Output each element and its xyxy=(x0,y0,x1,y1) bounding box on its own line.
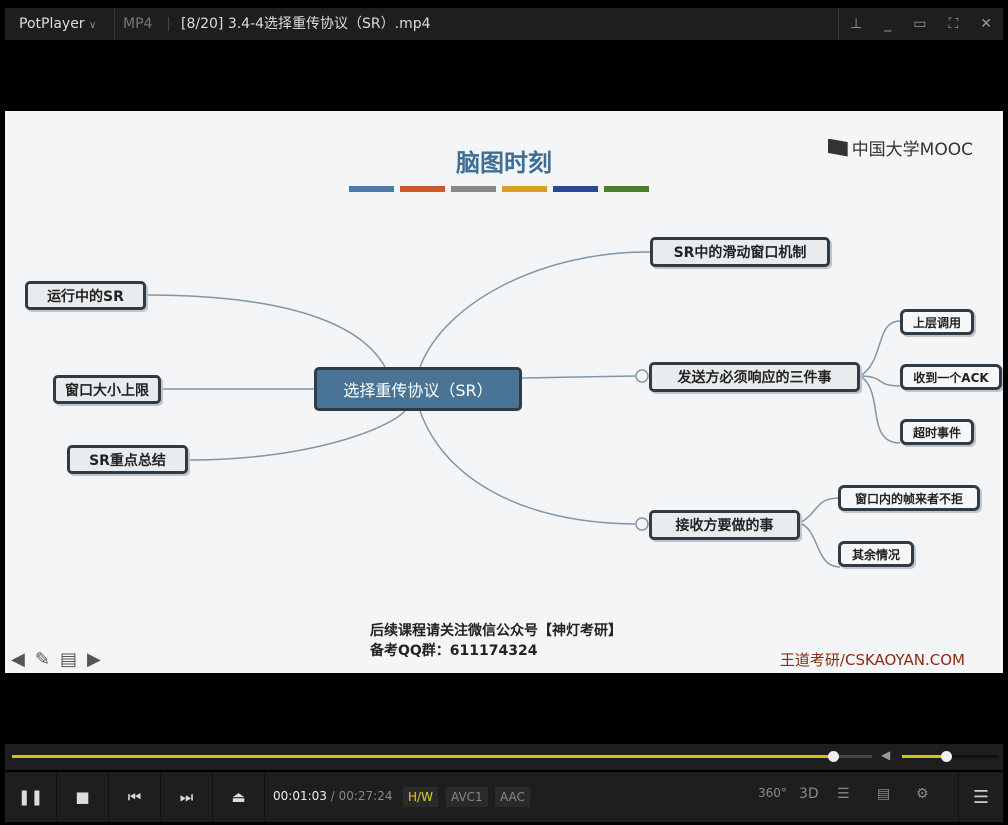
mooc-logo-text: 中国大学MOOC xyxy=(851,140,973,160)
seek-area: ◀ xyxy=(5,744,1003,770)
color-bar xyxy=(604,186,649,192)
gear-icon[interactable]: ⚙ xyxy=(916,786,929,802)
color-bar xyxy=(400,186,445,192)
node-upper-call: 上层调用 xyxy=(900,309,974,335)
pen-icon[interactable]: ✎ xyxy=(35,649,50,670)
arrow-right-icon[interactable]: ▶ xyxy=(87,649,101,670)
pause-button[interactable]: ❚❚ xyxy=(5,772,57,822)
divider xyxy=(168,17,169,31)
previous-icon: ⏮ xyxy=(127,788,142,806)
eject-button[interactable]: ⏏ xyxy=(213,772,265,822)
menu-icon: ☰ xyxy=(972,786,990,808)
node-other-cases: 其余情况 xyxy=(838,541,914,567)
video-codec-badge[interactable]: AVC1 xyxy=(446,787,488,807)
close-icon[interactable]: ✕ xyxy=(980,16,992,32)
format-label: MP4 xyxy=(123,16,153,32)
footer-notice: 后续课程请关注微信公众号【神灯考研】 备考QQ群：611174324 xyxy=(370,621,622,661)
playlist-search-icon[interactable]: ☰ xyxy=(837,786,850,802)
3d-icon[interactable]: 3D xyxy=(799,786,819,802)
menu-button[interactable]: ☰ xyxy=(958,772,1003,822)
total-time: 00:27:24 xyxy=(338,789,393,803)
hw-badge[interactable]: H/W xyxy=(403,787,438,807)
minimize-icon[interactable]: _ xyxy=(884,16,891,32)
node-window-size: 窗口大小上限 xyxy=(53,375,161,404)
watermark: 王道考研/CSKAOYAN.COM xyxy=(779,651,965,669)
arrow-left-icon[interactable]: ◀ xyxy=(11,649,25,670)
time-separator: / xyxy=(330,789,335,803)
video-frame[interactable]: 脑图时刻 中国大学MOOC 选择重传协议（SR） 运行中的SR 窗口大小上限 S… xyxy=(5,111,1003,673)
node-receive-ack: 收到一个ACK xyxy=(900,364,1002,390)
pause-icon: ❚❚ xyxy=(17,788,44,806)
mooc-logo-icon xyxy=(827,138,848,157)
audio-codec-badge[interactable]: AAC xyxy=(495,787,530,807)
seek-bar[interactable] xyxy=(12,751,872,762)
color-bar xyxy=(451,186,496,192)
node-sender: 发送方必须响应的三件事 xyxy=(649,362,860,392)
volume-handle[interactable] xyxy=(940,751,952,762)
seek-fill xyxy=(12,755,834,758)
time-display: 00:01:03 / 00:27:24 xyxy=(273,789,393,803)
360-icon[interactable]: 360° xyxy=(758,786,787,800)
footer-line-2: 备考QQ群：611174324 xyxy=(370,643,538,659)
volume-icon[interactable]: ◀ xyxy=(881,748,890,762)
footer-line-1: 后续课程请关注微信公众号【神灯考研】 xyxy=(370,623,622,639)
window-title: [8/20] 3.4-4选择重传协议（SR）.mp4 xyxy=(181,16,431,32)
title-color-bars xyxy=(349,186,649,192)
seek-handle[interactable] xyxy=(828,751,840,762)
pin-icon[interactable]: ⊥ xyxy=(850,16,862,32)
notes-icon[interactable]: ▤ xyxy=(60,649,77,670)
current-time: 00:01:03 xyxy=(273,789,327,803)
node-sliding-window: SR中的滑动窗口机制 xyxy=(650,237,830,267)
app-name: PotPlayer xyxy=(19,16,85,32)
node-running-sr: 运行中的SR xyxy=(25,281,146,310)
next-icon: ⏭ xyxy=(179,788,194,806)
fullscreen-icon[interactable]: ⛶ xyxy=(948,16,958,32)
node-in-window-frames: 窗口内的帧来者不拒 xyxy=(838,485,980,511)
stop-button[interactable]: ■ xyxy=(57,772,109,822)
potplayer-menu[interactable]: PotPlayer ∨ xyxy=(5,8,115,40)
eject-icon: ⏏ xyxy=(231,788,246,806)
previous-button[interactable]: ⏮ xyxy=(109,772,161,822)
color-bar xyxy=(349,186,394,192)
chevron-down-icon: ∨ xyxy=(89,20,97,31)
color-bar xyxy=(553,186,598,192)
control-bar: ❚❚ ■ ⏮ ⏭ ⏏ 00:01:03 / 00:27:24 H/W AVC1 … xyxy=(5,772,1003,822)
center-node: 选择重传协议（SR） xyxy=(314,367,522,411)
stop-icon: ■ xyxy=(75,788,90,806)
maximize-icon[interactable]: ▭ xyxy=(913,16,926,32)
next-button[interactable]: ⏭ xyxy=(161,772,213,822)
playlist-icon[interactable]: ▤ xyxy=(877,786,890,802)
volume-slider[interactable] xyxy=(902,751,999,762)
volume-fill xyxy=(902,755,946,758)
node-timeout: 超时事件 xyxy=(900,419,974,445)
node-receiver: 接收方要做的事 xyxy=(649,510,800,540)
mooc-logo: 中国大学MOOC xyxy=(827,135,973,160)
node-sr-summary: SR重点总结 xyxy=(67,445,188,474)
title-bar: PotPlayer ∨ MP4 [8/20] 3.4-4选择重传协议（SR）.m… xyxy=(5,8,1003,40)
color-bar xyxy=(502,186,547,192)
